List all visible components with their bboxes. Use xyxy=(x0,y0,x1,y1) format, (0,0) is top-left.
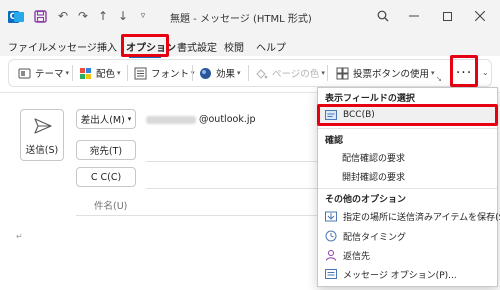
menu-item-delay-delivery[interactable]: 配信タイミング xyxy=(318,227,497,245)
save-icon[interactable] xyxy=(33,9,47,23)
paint-bucket-icon xyxy=(256,68,268,79)
theme-icon xyxy=(18,68,31,78)
maximize-button[interactable] xyxy=(437,6,457,26)
up-arrow-icon[interactable]: ↑ xyxy=(96,9,110,23)
menu-item-save-sent[interactable]: 指定の場所に送信済みアイテムを保存(S) › xyxy=(318,207,500,225)
body-paragraph-mark[interactable]: ↵ xyxy=(16,232,23,241)
tab-message[interactable]: メッセージ xyxy=(47,39,97,54)
voting-label: 投票ボタンの使用 xyxy=(353,69,430,80)
voting-buttons-button[interactable]: 投票ボタンの使用 ▾ xyxy=(336,66,435,80)
save-sent-label: 指定の場所に送信済みアイテムを保存(S) xyxy=(343,212,500,223)
divider xyxy=(192,65,193,81)
to-label: 宛先(T) xyxy=(89,146,123,157)
cc-button[interactable]: C C(C) xyxy=(76,167,136,187)
title-bar: O ↶ ↷ ↑ ↓ ▿ 無題 - メッセージ (HTML 形式) xyxy=(0,0,500,34)
highlight-more-button xyxy=(450,55,478,87)
chevron-down-icon: ▾ xyxy=(117,69,121,77)
colors-icon xyxy=(80,67,91,79)
page-color-button: ページの色 ▾ xyxy=(255,66,325,80)
effects-label: 効果 xyxy=(216,69,236,80)
dialog-launcher-icon[interactable]: ↘ xyxy=(436,75,442,83)
divider xyxy=(127,65,128,81)
ribbon-collapse-icon[interactable]: ⌄ xyxy=(482,68,489,77)
theme-label: テーマ xyxy=(35,69,64,80)
section-confirm: 確認 xyxy=(325,136,344,146)
delay-delivery-label: 配信タイミング xyxy=(343,232,407,243)
fonts-button[interactable]: フォント▾ xyxy=(134,66,195,80)
colors-label: 配色 xyxy=(96,69,116,80)
from-button[interactable]: 差出人(M) ▾ xyxy=(76,109,136,129)
section-other-options: その他のオプション xyxy=(325,195,407,205)
divider xyxy=(318,128,497,129)
folder-save-icon xyxy=(325,211,337,222)
maximize-icon xyxy=(442,11,452,21)
voting-icon xyxy=(336,67,349,79)
highlight-options-tab xyxy=(121,34,169,57)
close-button[interactable] xyxy=(470,6,490,26)
minimize-button[interactable] xyxy=(404,6,424,26)
divider xyxy=(318,188,497,189)
tab-review[interactable]: 校閲 xyxy=(224,39,244,54)
send-button[interactable]: 送信(S) xyxy=(20,109,64,161)
send-icon xyxy=(34,118,52,134)
divider xyxy=(248,65,249,81)
chevron-down-icon: ▾ xyxy=(321,69,325,77)
chevron-down-icon: ▾ xyxy=(65,69,70,77)
chevron-down-icon: ▾ xyxy=(127,115,132,123)
theme-button[interactable]: テーマ ▾ xyxy=(18,66,69,80)
fonts-label: フォント xyxy=(151,69,190,80)
tab-format[interactable]: 書式設定 xyxy=(177,39,217,54)
effects-icon xyxy=(200,67,211,79)
person-icon xyxy=(326,250,336,261)
window-title: 無題 - メッセージ (HTML 形式) xyxy=(170,14,312,25)
reply-to-label: 返信先 xyxy=(343,251,371,262)
effects-button[interactable]: 効果 ▾ xyxy=(199,66,241,80)
page-color-label: ページの色 xyxy=(272,69,320,80)
menu-item-read-receipt[interactable]: 開封確認の要求 xyxy=(318,167,497,185)
menu-item-reply-to[interactable]: 返信先 xyxy=(318,246,497,264)
fonts-icon xyxy=(134,67,147,79)
redo-icon[interactable]: ↷ xyxy=(76,9,90,23)
from-label: 差出人(M) xyxy=(80,115,125,126)
from-email-domain: @outlook.jp xyxy=(199,114,256,125)
redacted-text xyxy=(146,115,196,124)
message-options-label: メッセージ オプション(P)... xyxy=(343,270,457,281)
to-field-line xyxy=(146,161,317,162)
tab-file[interactable]: ファイル xyxy=(8,39,48,54)
delivery-receipt-label: 配信確認の要求 xyxy=(342,153,406,164)
highlight-bcc xyxy=(317,104,498,126)
outlook-logo-icon: O xyxy=(8,9,24,25)
colors-button[interactable]: 配色 ▾ xyxy=(79,66,121,80)
down-arrow-icon[interactable]: ↓ xyxy=(116,9,130,23)
subject-label: 件名(U) xyxy=(94,201,128,212)
tab-help[interactable]: ヘルプ xyxy=(256,39,286,54)
divider xyxy=(72,65,73,81)
cc-label: C C(C) xyxy=(90,171,122,183)
search-icon[interactable] xyxy=(376,9,390,23)
divider xyxy=(327,65,328,81)
from-email: @outlook.jp xyxy=(146,114,256,125)
subject-field-line xyxy=(76,215,317,216)
cc-field-line xyxy=(146,188,317,189)
menu-item-delivery-receipt[interactable]: 配信確認の要求 xyxy=(318,148,497,166)
chevron-down-icon: ▾ xyxy=(237,69,241,77)
read-receipt-label: 開封確認の要求 xyxy=(342,172,406,183)
chevron-right-icon: › xyxy=(487,211,491,221)
message-options-icon xyxy=(325,269,337,279)
menu-item-message-options[interactable]: メッセージ オプション(P)... xyxy=(318,265,497,283)
to-button[interactable]: 宛先(T) xyxy=(76,140,136,160)
undo-icon[interactable]: ↶ xyxy=(56,9,70,23)
clock-icon xyxy=(325,230,337,242)
chevron-down-icon: ▾ xyxy=(431,69,435,77)
customize-qat-icon[interactable]: ▿ xyxy=(136,9,150,23)
section-show-fields: 表示フィールドの選択 xyxy=(325,94,415,104)
send-label: 送信(S) xyxy=(25,145,59,156)
tab-insert[interactable]: 挿入 xyxy=(97,39,117,54)
